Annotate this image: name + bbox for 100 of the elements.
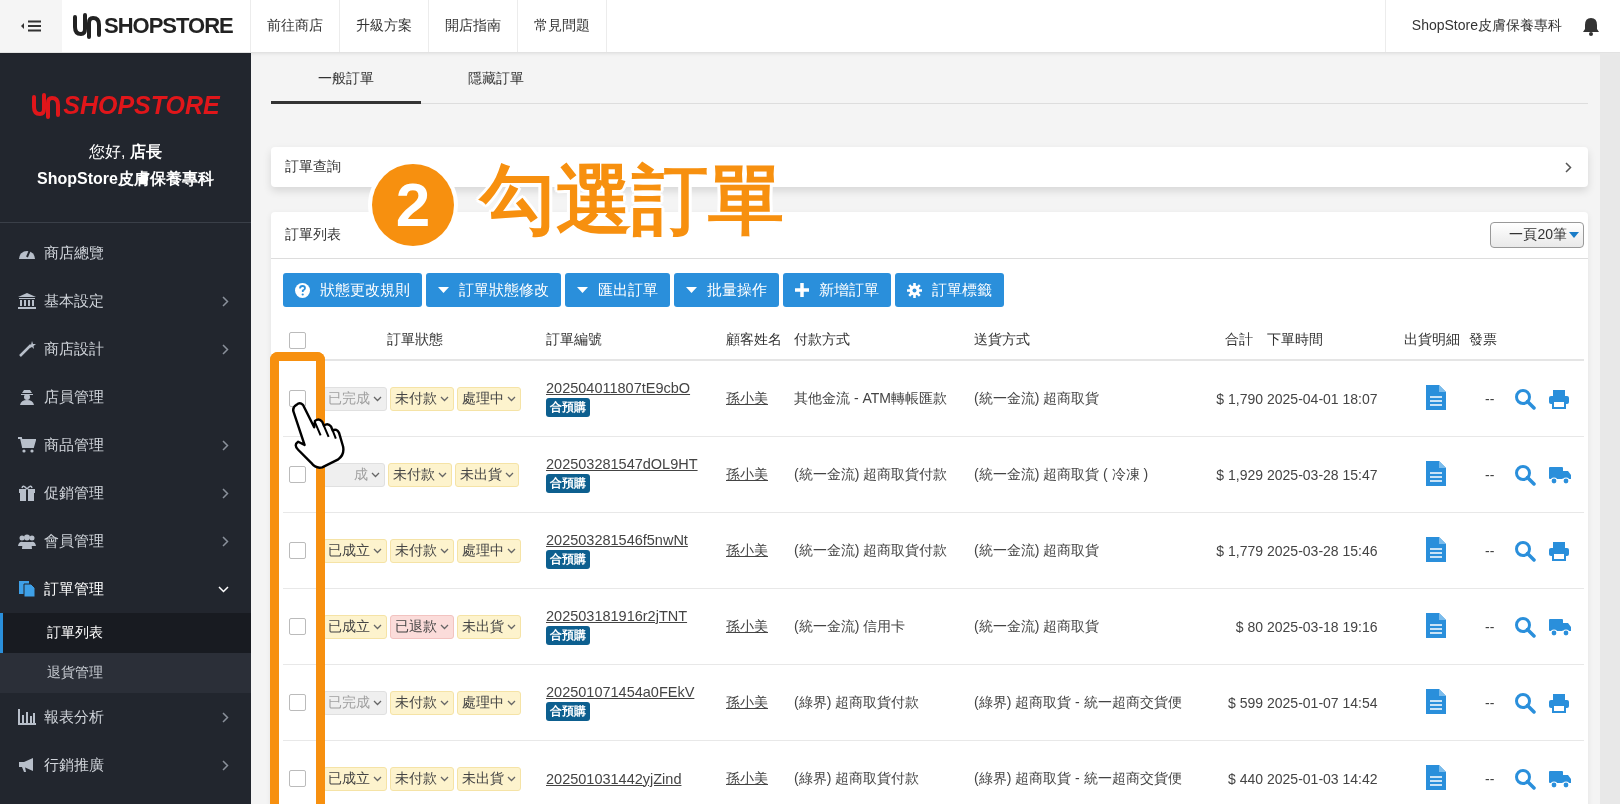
sidebar-item[interactable]: 基本設定 bbox=[0, 277, 251, 325]
status-dropdown[interactable]: 已退款 bbox=[390, 614, 454, 639]
table-cell: $ 1,779 bbox=[1216, 542, 1263, 559]
nav-link[interactable]: 升級方案 bbox=[340, 0, 429, 52]
nav-link[interactable]: 常見問題 bbox=[518, 0, 607, 52]
customer-link[interactable]: 孫小美 bbox=[726, 389, 768, 406]
customer-link[interactable]: 孫小美 bbox=[726, 617, 768, 634]
order-number-link[interactable]: 202503181916r2jTNT bbox=[546, 608, 688, 624]
table-cell: 2025-04-01 18:07 bbox=[1267, 390, 1378, 407]
row-checkbox[interactable] bbox=[289, 542, 306, 559]
submenu-item[interactable]: 退貨管理 bbox=[0, 653, 251, 693]
scrollbar[interactable] bbox=[1600, 53, 1620, 804]
table-cell: $ 440 bbox=[1227, 770, 1263, 787]
greeting-text: 您好, 店長 bbox=[89, 142, 162, 162]
customer-link[interactable]: 孫小美 bbox=[726, 693, 768, 710]
sidebar-item[interactable]: 報表分析 bbox=[0, 693, 251, 741]
customer-link[interactable]: 孫小美 bbox=[726, 465, 768, 482]
chevron-down-icon bbox=[507, 775, 516, 782]
sidebar-item[interactable]: 商店總覽 bbox=[0, 229, 251, 277]
status-dropdown[interactable]: 已成立 bbox=[323, 614, 387, 639]
caret-icon bbox=[1569, 232, 1579, 238]
customer-link[interactable]: 孫小美 bbox=[726, 769, 768, 786]
sidebar-item[interactable]: 商品管理 bbox=[0, 421, 251, 469]
truck-icon[interactable] bbox=[1548, 464, 1572, 485]
status-dropdown[interactable]: 已成立 bbox=[323, 538, 387, 563]
status-dropdown[interactable]: 未付款 bbox=[390, 538, 454, 563]
table-cell: -- bbox=[1485, 694, 1495, 711]
search-icon[interactable] bbox=[1514, 615, 1536, 638]
printer-icon[interactable] bbox=[1548, 388, 1570, 409]
table-cell: $ 1,790 bbox=[1216, 390, 1263, 407]
status-dropdown[interactable]: 未付款 bbox=[390, 386, 454, 411]
table-cell: 2025-03-28 15:46 bbox=[1267, 542, 1378, 559]
table-cell: -- bbox=[1485, 618, 1495, 635]
order-number-link[interactable]: 202501071454a0FEkV bbox=[546, 684, 695, 700]
truck-icon[interactable] bbox=[1548, 616, 1572, 637]
table-cell: (統一金流) 超商取貨 bbox=[974, 541, 1100, 558]
select-all-checkbox[interactable] bbox=[289, 331, 306, 349]
users-icon bbox=[18, 533, 36, 549]
printer-icon[interactable] bbox=[1548, 540, 1570, 561]
tab[interactable]: 隱藏訂單 bbox=[421, 57, 571, 104]
chevron-down-icon bbox=[373, 699, 382, 706]
nav-link[interactable]: 前往商店 bbox=[251, 0, 340, 52]
order-number-link[interactable]: 202503281546f5nwNt bbox=[546, 532, 688, 548]
document-icon[interactable] bbox=[1426, 460, 1446, 486]
printer-icon[interactable] bbox=[1548, 692, 1570, 713]
document-icon[interactable] bbox=[1426, 764, 1446, 790]
bell-icon[interactable] bbox=[1582, 16, 1600, 36]
order-number-link[interactable]: 202504011807tE9cbO bbox=[546, 380, 691, 396]
row-checkbox[interactable] bbox=[289, 466, 306, 483]
status-dropdown[interactable]: 未出貨 bbox=[455, 462, 519, 487]
truck-icon[interactable] bbox=[1548, 768, 1572, 789]
search-icon[interactable] bbox=[1514, 767, 1536, 790]
chevron-right-icon bbox=[222, 759, 229, 771]
table-cell: (綠界) 超商取貨 - 統一超商交貨便 bbox=[974, 693, 1182, 710]
document-icon[interactable] bbox=[1426, 688, 1446, 714]
status-dropdown[interactable]: 已成立 bbox=[323, 766, 387, 791]
order-number-link[interactable]: 202503281547dOL9HT bbox=[546, 456, 698, 472]
row-checkbox[interactable] bbox=[289, 618, 306, 635]
order-number-link[interactable]: 202501031442yjZind bbox=[546, 770, 682, 787]
sidebar-item[interactable]: 行銷推廣 bbox=[0, 741, 251, 789]
sidebar-item[interactable]: 商店設計 bbox=[0, 325, 251, 373]
document-icon[interactable] bbox=[1426, 612, 1446, 638]
caret-icon bbox=[577, 287, 588, 293]
sidebar-toggle-button[interactable] bbox=[0, 0, 62, 52]
status-dropdown[interactable]: 未付款 bbox=[390, 766, 454, 791]
submenu-item[interactable]: 訂單列表 bbox=[0, 613, 251, 653]
table-cell: 2025-03-28 15:47 bbox=[1267, 466, 1378, 483]
sidebar-item[interactable]: 店員管理 bbox=[0, 373, 251, 421]
status-dropdown[interactable]: 處理中 bbox=[457, 690, 521, 715]
status-dropdown[interactable]: 未付款 bbox=[388, 462, 452, 487]
column-header: 下單時間 bbox=[1267, 331, 1323, 347]
search-icon[interactable] bbox=[1514, 539, 1536, 562]
customer-link[interactable]: 孫小美 bbox=[726, 541, 768, 558]
document-icon[interactable] bbox=[1426, 536, 1446, 562]
column-header: 訂單編號 bbox=[546, 331, 602, 347]
search-icon[interactable] bbox=[1514, 691, 1536, 714]
document-icon[interactable] bbox=[1426, 384, 1446, 410]
sidebar-item[interactable]: 訂單管理 bbox=[0, 565, 251, 613]
status-dropdown[interactable]: 未出貨 bbox=[457, 614, 521, 639]
status-dropdown[interactable]: 處理中 bbox=[457, 386, 521, 411]
status-dropdown[interactable]: 未出貨 bbox=[457, 766, 521, 791]
table-cell: (統一金流) 超商取貨付款 bbox=[794, 541, 948, 558]
store-name[interactable]: ShopStore皮膚保養專科 bbox=[1411, 17, 1562, 35]
sidebar-item[interactable]: 促銷管理 bbox=[0, 469, 251, 517]
search-icon[interactable] bbox=[1514, 387, 1536, 410]
table-cell: $ 599 bbox=[1227, 694, 1263, 711]
page-size-select[interactable]: 一頁20筆 bbox=[1490, 222, 1584, 248]
column-header: 合計 bbox=[1225, 331, 1253, 347]
chevron-down-icon bbox=[373, 623, 382, 630]
column-header: 付款方式 bbox=[794, 331, 850, 347]
sidebar-item[interactable]: 會員管理 bbox=[0, 517, 251, 565]
row-checkbox[interactable] bbox=[289, 770, 306, 787]
tab[interactable]: 一般訂單 bbox=[271, 57, 421, 104]
bank-icon bbox=[18, 293, 36, 309]
search-icon[interactable] bbox=[1514, 463, 1536, 486]
status-dropdown[interactable]: 未付款 bbox=[390, 690, 454, 715]
row-checkbox[interactable] bbox=[289, 694, 306, 711]
nav-link[interactable]: 開店指南 bbox=[429, 0, 518, 52]
status-dropdown[interactable]: 處理中 bbox=[457, 538, 521, 563]
chevron-down-icon bbox=[440, 699, 449, 706]
